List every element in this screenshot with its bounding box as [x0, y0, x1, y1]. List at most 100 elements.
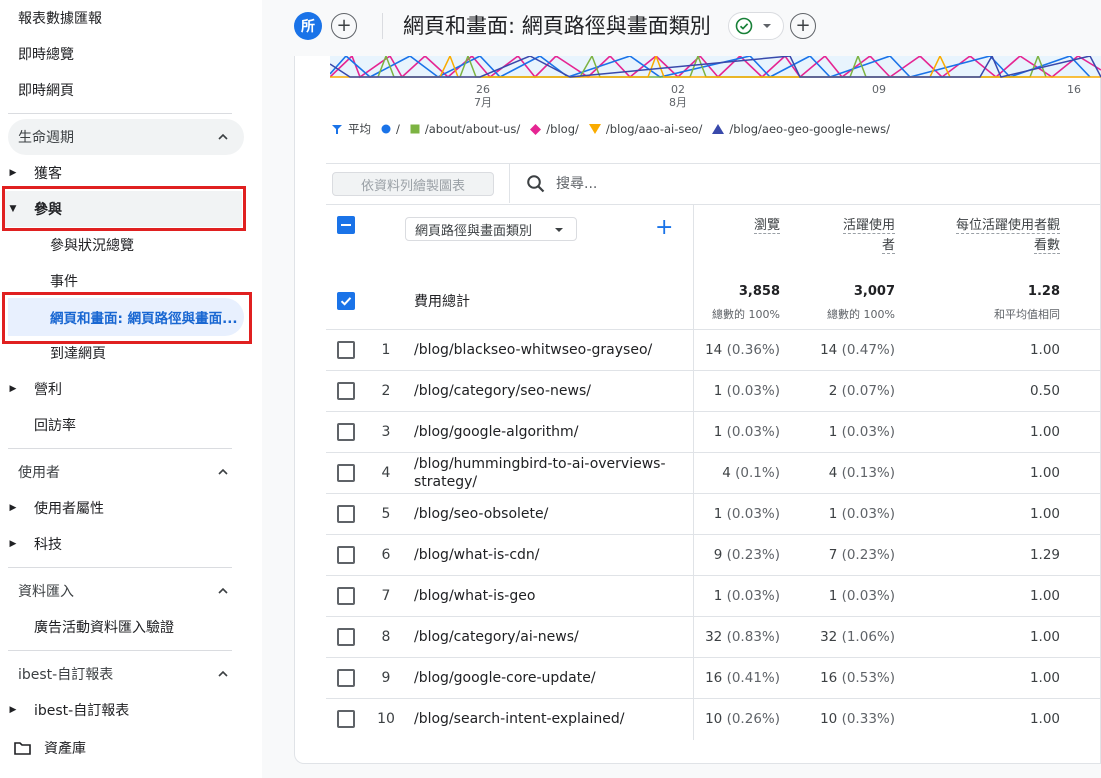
comparison-badge[interactable]: 所 [294, 12, 322, 40]
row-path: /blog/what-is-cdn/ [414, 547, 540, 563]
nav-retention[interactable]: 回訪率 [0, 407, 262, 443]
legend-item-root[interactable]: / [381, 122, 400, 136]
total-users-sub: 總數的 100% [827, 308, 895, 321]
add-dimension-button[interactable]: + [655, 216, 673, 240]
users-percent: (0.33%) [841, 711, 895, 727]
row-users: 16 (0.53%) [800, 670, 895, 686]
table-row[interactable]: 1 /blog/blackseo-whitwseo-grayseo/ 14 (0… [326, 329, 1101, 370]
nav-label: 參與狀況總覽 [50, 238, 134, 254]
row-checkbox[interactable] [337, 505, 355, 523]
table-row[interactable]: 3 /blog/google-algorithm/ 1 (0.03%) 1 (0… [326, 411, 1101, 452]
views-percent: (0.23%) [726, 547, 780, 563]
nav-label: 科技 [34, 537, 62, 553]
column-title: 看數 [1033, 238, 1060, 254]
row-checkbox[interactable] [337, 423, 355, 441]
users-percent: (0.53%) [841, 670, 895, 686]
row-path: /blog/google-algorithm/ [414, 424, 579, 440]
x-axis-tick: 26 7月 [470, 83, 496, 109]
nav-tech[interactable]: ▶ 科技 [0, 526, 262, 562]
column-header-views-per-user[interactable]: 每位活躍使用者觀 看數 [910, 216, 1060, 256]
users-value: 7 [828, 547, 838, 563]
row-index: 7 [381, 588, 391, 604]
row-users: 4 (0.13%) [800, 465, 895, 481]
legend-item-aao-ai-seo[interactable]: /blog/aao-ai-seo/ [588, 122, 702, 136]
row-checkbox[interactable] [337, 464, 355, 482]
caret-right-icon: ▶ [9, 539, 17, 549]
nav-label: 資產庫 [44, 741, 86, 757]
divider [8, 567, 232, 568]
section-custom-reports[interactable]: ibest-自訂報表 [8, 656, 244, 692]
dimension-dropdown[interactable]: 網頁路徑與畫面類別 [405, 217, 577, 241]
divider [326, 163, 1101, 164]
views-value: 1 [713, 506, 723, 522]
nav-realtime-pages[interactable]: 即時網頁 [0, 72, 262, 108]
triangle-up-marker-icon [712, 124, 725, 134]
legend-label: /about/about-us/ [424, 122, 521, 136]
table-row[interactable]: 6 /blog/what-is-cdn/ 9 (0.23%) 7 (0.23%)… [326, 534, 1101, 575]
column-header-views[interactable]: 瀏覽 [700, 216, 780, 236]
select-all-checkbox[interactable] [337, 216, 355, 234]
section-lifecycle[interactable]: 生命週期 [8, 119, 244, 155]
chevron-up-icon [218, 670, 228, 677]
row-checkbox[interactable] [337, 587, 355, 605]
section-user[interactable]: 使用者 [8, 454, 244, 490]
report-status-dropdown[interactable] [728, 12, 784, 40]
search-input[interactable] [556, 172, 856, 196]
column-header-active-users[interactable]: 活躍使用 者 [800, 216, 895, 256]
chevron-up-icon [218, 587, 228, 594]
legend-item-aeo-geo[interactable]: /blog/aeo-geo-google-news/ [712, 122, 890, 136]
add-filter-button[interactable]: + [790, 13, 816, 39]
totals-label: 費用總計 [414, 294, 470, 310]
section-data-import[interactable]: 資料匯入 [8, 573, 244, 609]
views-value: 14 [705, 342, 723, 358]
nav-campaign-import[interactable]: 廣告活動資料匯入驗證 [0, 609, 262, 645]
sidebar: 報表數據匯報 即時總覽 即時網頁 生命週期 ▶ 獲客 ▼ 參與 參與狀況總覽 事… [0, 0, 262, 778]
plot-rows-button[interactable]: 依資料列繪製圖表 [332, 172, 494, 196]
table-row[interactable]: 10 /blog/search-intent-explained/ 10 (0.… [326, 698, 1101, 739]
total-views-sub: 總數的 100% [712, 308, 780, 321]
column-title: 活躍使用 [842, 218, 895, 234]
table-row[interactable]: 5 /blog/seo-obsolete/ 1 (0.03%) 1 (0.03%… [326, 493, 1101, 534]
nav-user-attributes[interactable]: ▶ 使用者屬性 [0, 490, 262, 526]
nav-monetization[interactable]: ▶ 營利 [0, 371, 262, 407]
caret-right-icon: ▶ [9, 705, 17, 715]
users-value: 4 [828, 465, 838, 481]
table-row[interactable]: 8 /blog/category/ai-news/ 32 (0.83%) 32 … [326, 616, 1101, 657]
row-checkbox[interactable] [337, 382, 355, 400]
views-value: 9 [713, 547, 723, 563]
nav-landing-page[interactable]: 到達網頁 [0, 335, 262, 371]
nav-library[interactable]: 資產庫 [0, 730, 262, 766]
legend-item-blog[interactable]: /blog/ [530, 122, 579, 136]
totals-checkbox[interactable] [337, 292, 355, 310]
table-row[interactable]: 9 /blog/google-core-update/ 16 (0.41%) 1… [326, 657, 1101, 698]
nav-engagement-overview[interactable]: 參與狀況總覽 [0, 227, 262, 263]
table-row[interactable]: 2 /blog/category/seo-news/ 1 (0.03%) 2 (… [326, 370, 1101, 411]
row-index: 10 [377, 711, 395, 727]
row-checkbox[interactable] [337, 546, 355, 564]
x-tick-month: 8月 [669, 96, 687, 109]
row-path: /blog/category/seo-news/ [414, 383, 591, 399]
users-percent: (0.13%) [841, 465, 895, 481]
row-checkbox[interactable] [337, 669, 355, 687]
row-vpu: 1.29 [1029, 547, 1060, 563]
add-comparison-button[interactable]: + [331, 13, 357, 39]
row-users: 2 (0.07%) [800, 383, 895, 399]
nav-realtime-overview[interactable]: 即時總覽 [0, 36, 262, 72]
table-row[interactable]: 7 /blog/what-is-geo 1 (0.03%) 1 (0.03%) … [326, 575, 1101, 616]
users-percent: (0.47%) [841, 342, 895, 358]
legend-label: 平均 [348, 122, 371, 136]
users-percent: (0.07%) [841, 383, 895, 399]
legend-item-about[interactable]: /about/about-us/ [410, 122, 520, 136]
section-label: ibest-自訂報表 [18, 667, 114, 683]
table-row[interactable]: 4 /blog/hummingbird-to-ai-overviews-stra… [326, 452, 1101, 493]
views-value: 32 [705, 629, 723, 645]
row-vpu: 1.00 [1029, 465, 1060, 481]
nav-report-snapshot[interactable]: 報表數據匯報 [0, 0, 262, 36]
row-checkbox[interactable] [337, 710, 355, 728]
chevron-up-icon [218, 133, 228, 140]
nav-label: 營利 [34, 382, 62, 398]
row-checkbox[interactable] [337, 341, 355, 359]
nav-custom-report[interactable]: ▶ ibest-自訂報表 [0, 692, 262, 728]
legend-item-average[interactable]: 平均 [331, 121, 371, 137]
row-checkbox[interactable] [337, 628, 355, 646]
